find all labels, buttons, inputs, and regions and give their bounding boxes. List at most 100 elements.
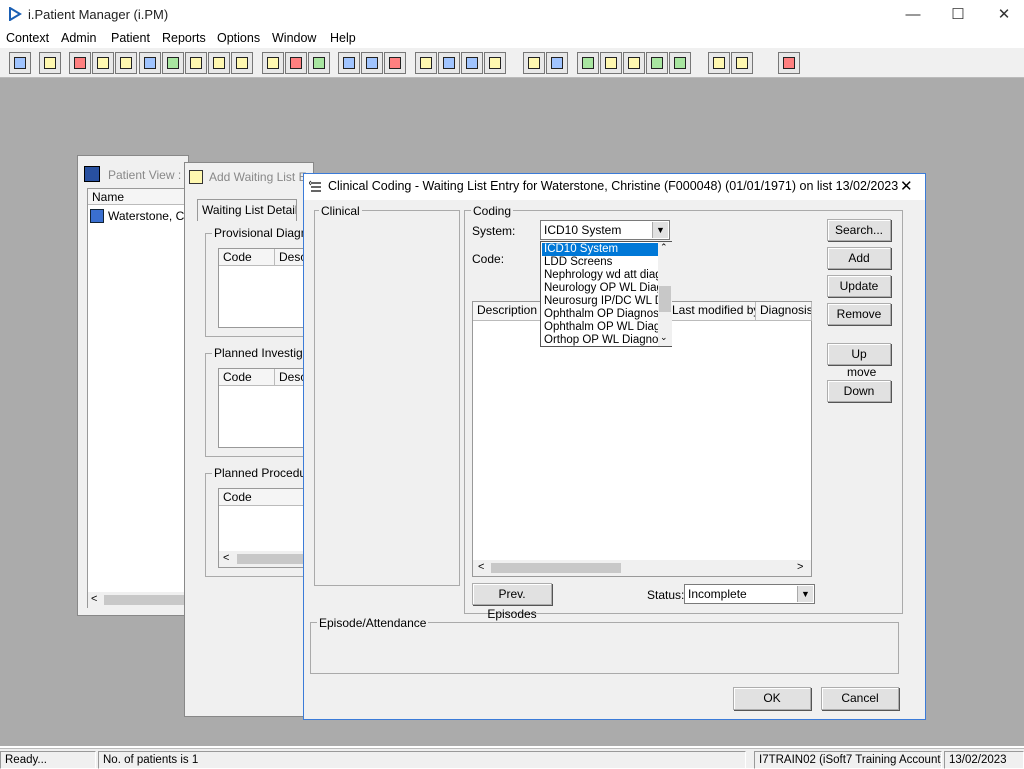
scroll-up-icon[interactable]: ⌃ xyxy=(660,242,668,253)
chevron-down-icon[interactable]: ▼ xyxy=(797,586,813,602)
status-account: I7TRAIN02 (iSoft7 Training Account) xyxy=(754,751,942,769)
report-icon[interactable] xyxy=(115,52,137,74)
app-logo-icon xyxy=(9,7,22,21)
system-combo[interactable]: ICD10 System ▼ xyxy=(540,220,670,240)
dialog-close-button[interactable]: ✕ xyxy=(900,177,913,195)
provisional-diagnosis-label: Provisional Diagno xyxy=(212,226,317,240)
dialog-title-bar: Clinical Coding - Waiting List Entry for… xyxy=(304,174,925,200)
column-header-diagnosis[interactable]: Diagnosis xyxy=(756,302,812,321)
patient-row-name[interactable]: Waterstone, Chr xyxy=(108,209,195,223)
scroll-left-icon[interactable]: < xyxy=(223,552,229,564)
dialog-title: Clinical Coding - Waiting List Entry for… xyxy=(328,179,899,193)
clock2-icon[interactable] xyxy=(384,52,406,74)
car-icon[interactable] xyxy=(484,52,506,74)
transfer2-icon[interactable] xyxy=(231,52,253,74)
search-button[interactable]: Search... xyxy=(827,219,891,241)
prev-episodes-button[interactable]: Prev. Episodes xyxy=(472,583,552,621)
update-button[interactable]: Update xyxy=(827,275,891,297)
person-icon[interactable] xyxy=(162,52,184,74)
minimize-button[interactable]: — xyxy=(898,4,928,26)
column-header-name[interactable]: Name xyxy=(88,189,191,205)
transport-icon[interactable] xyxy=(461,52,483,74)
down-button[interactable]: Down xyxy=(827,380,891,402)
up-button[interactable]: Up xyxy=(827,343,891,365)
dropdown-option[interactable]: ICD10 System xyxy=(542,243,659,256)
status-date: 13/02/2023 xyxy=(944,751,1024,769)
menu-reports[interactable]: Reports xyxy=(162,31,206,45)
remove-button[interactable]: Remove xyxy=(827,303,891,325)
menu-admin[interactable]: Admin xyxy=(61,31,96,45)
vertical-scrollbar[interactable]: ⌃ ⌄ xyxy=(658,242,672,346)
status-combo[interactable]: Incomplete ▼ xyxy=(684,584,815,604)
status-combo-value: Incomplete xyxy=(688,587,747,601)
close-button[interactable]: ✕ xyxy=(989,4,1019,26)
menu-context[interactable]: Context xyxy=(6,31,49,45)
menu-help[interactable]: Help xyxy=(330,31,356,45)
add-button[interactable]: Add xyxy=(827,247,891,269)
page-icon[interactable] xyxy=(523,52,545,74)
dropdown-option[interactable]: Neurology OP WL Diag xyxy=(542,282,659,295)
scroll-thumb[interactable] xyxy=(104,595,184,605)
clinical-group: Clinical xyxy=(314,204,460,586)
system-combo-value: ICD10 System xyxy=(544,223,622,237)
episode-attendance-group: Episode/Attendance xyxy=(310,616,899,674)
m-icon[interactable] xyxy=(139,52,161,74)
scroll-left-icon[interactable]: < xyxy=(91,593,97,605)
horizontal-scrollbar[interactable]: < > xyxy=(473,560,811,576)
dropdown-option[interactable]: Orthop OP WL Diagnos xyxy=(542,334,659,347)
check-list2-icon[interactable] xyxy=(623,52,645,74)
globe-icon[interactable] xyxy=(577,52,599,74)
clinical-coding-dialog: Clinical Coding - Waiting List Entry for… xyxy=(303,173,926,720)
menu-window[interactable]: Window xyxy=(272,31,316,45)
code-label: Code: xyxy=(472,252,505,266)
scroll-thumb[interactable] xyxy=(491,563,621,573)
scroll-down-icon[interactable]: ⌄ xyxy=(660,332,668,343)
coding-icon xyxy=(309,180,321,192)
menu-bar: Context Admin Patient Reports Options Wi… xyxy=(0,30,1024,48)
dropdown-option[interactable]: LDD Screens xyxy=(542,256,659,269)
patient-view-window: Patient View : Name Waterstone, Chr < xyxy=(77,155,195,616)
exit-icon[interactable] xyxy=(778,52,800,74)
bar-chart-icon[interactable] xyxy=(546,52,568,74)
scroll-right-icon[interactable]: > xyxy=(797,561,803,573)
dropdown-option[interactable]: Ophthalm OP WL Diagn xyxy=(542,321,659,334)
screen-icon[interactable] xyxy=(308,52,330,74)
scroll-thumb[interactable] xyxy=(659,286,671,312)
column-header-description[interactable]: Description xyxy=(473,302,543,321)
transfer-icon[interactable] xyxy=(208,52,230,74)
menu-options[interactable]: Options xyxy=(217,31,260,45)
system-dropdown-list[interactable]: ICD10 System LDD Screens Nephrology wd a… xyxy=(540,241,672,347)
chart-icon[interactable] xyxy=(438,52,460,74)
refresh-icon[interactable] xyxy=(646,52,668,74)
tab-waiting-list-details[interactable]: Waiting List Details xyxy=(197,199,297,221)
patient-icon[interactable] xyxy=(9,52,31,74)
print-icon[interactable] xyxy=(39,52,61,74)
edit-icon[interactable] xyxy=(92,52,114,74)
book-icon[interactable] xyxy=(69,52,91,74)
horizontal-scrollbar[interactable]: < xyxy=(88,592,191,608)
form-icon[interactable] xyxy=(185,52,207,74)
check-list-icon[interactable] xyxy=(600,52,622,74)
search-doc-icon[interactable] xyxy=(262,52,284,74)
dropdown-option[interactable]: Neurosurg IP/DC WL D xyxy=(542,295,659,308)
chevron-down-icon[interactable]: ▼ xyxy=(652,222,668,238)
swap-icon[interactable] xyxy=(708,52,730,74)
form-icon xyxy=(189,170,203,184)
refresh2-icon[interactable] xyxy=(669,52,691,74)
ok-button[interactable]: OK xyxy=(733,687,811,710)
maximize-button[interactable]: ☐ xyxy=(943,4,973,26)
column-header-code[interactable]: Code xyxy=(219,369,275,386)
menu-patient[interactable]: Patient xyxy=(111,31,150,45)
patient-list: Name Waterstone, Chr < xyxy=(87,188,195,608)
clock-icon[interactable] xyxy=(285,52,307,74)
warning-icon[interactable] xyxy=(731,52,753,74)
scroll-left-icon[interactable]: < xyxy=(478,561,484,573)
column-header-code[interactable]: Code xyxy=(219,249,275,266)
list-icon[interactable] xyxy=(361,52,383,74)
note-icon[interactable] xyxy=(415,52,437,74)
column-header-last-modified-by[interactable]: Last modified by xyxy=(668,302,756,321)
dropdown-option[interactable]: Ophthalm OP Diagnosis xyxy=(542,308,659,321)
dropdown-option[interactable]: Nephrology wd att diagn xyxy=(542,269,659,282)
cancel-button[interactable]: Cancel xyxy=(821,687,899,710)
document-icon[interactable] xyxy=(338,52,360,74)
